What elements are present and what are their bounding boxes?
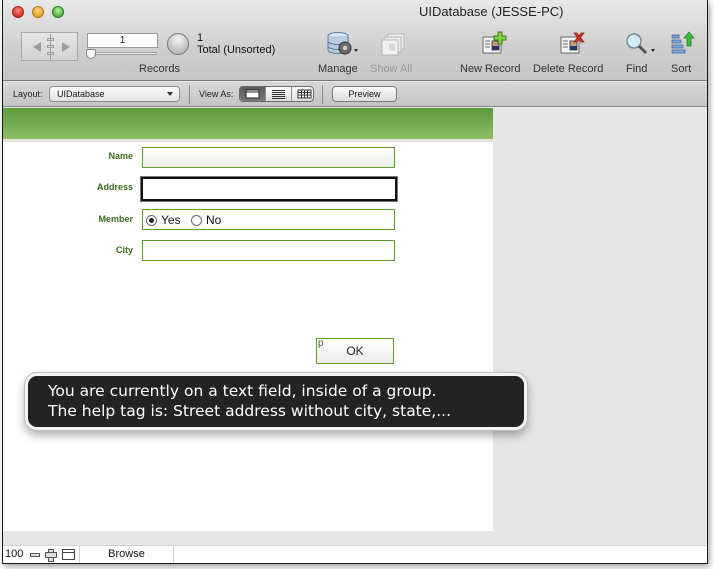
divider (322, 85, 323, 104)
previous-record-icon[interactable] (33, 42, 41, 52)
layout-select-value: UIDatabase (57, 89, 105, 99)
form-view-icon (245, 89, 260, 99)
layout-header-band (3, 108, 493, 139)
mode-popup[interactable]: Browse (79, 546, 174, 563)
found-set-pie-icon[interactable] (167, 33, 189, 55)
header-separator (3, 139, 493, 142)
toggle-status-toolbar-icon[interactable] (62, 549, 75, 560)
record-slider-track[interactable] (89, 52, 157, 55)
find-button[interactable] (625, 32, 659, 61)
manage-button[interactable] (326, 31, 360, 62)
layout-content: Name Address Member Yes No City p OK (3, 108, 493, 531)
city-field[interactable] (142, 240, 395, 261)
view-as-label: View As: (199, 89, 234, 99)
show-all-label: Show All (370, 63, 413, 75)
canvas-bottom-strip (3, 531, 707, 545)
book-ring-icon (47, 45, 54, 48)
address-label: Address (96, 182, 133, 192)
chevron-down-icon (167, 92, 173, 96)
view-as-segmented-control[interactable] (239, 86, 314, 102)
find-label: Find (626, 63, 648, 75)
delete-record-icon (560, 32, 585, 54)
delete-record-label: Delete Record (533, 63, 604, 75)
title-toolbar: UIDatabase (JESSE-PC) 1 1 Total (Unsorte… (3, 0, 707, 81)
radio-unchecked-icon[interactable] (191, 214, 202, 226)
window-title: UIDatabase (JESSE-PC) (419, 4, 564, 19)
book-ring-icon (47, 38, 54, 41)
status-bar: 100 Browse (3, 545, 707, 563)
list-view-icon (272, 90, 285, 99)
current-record-input[interactable]: 1 (87, 33, 158, 48)
record-navigator-book[interactable] (21, 32, 78, 61)
member-label: Member (98, 214, 133, 224)
view-as-list-button[interactable] (266, 87, 292, 101)
member-no-label: No (206, 213, 222, 227)
address-field[interactable] (141, 177, 397, 201)
manage-label: Manage (318, 63, 358, 75)
voiceover-caption-panel: You are currently on a text field, insid… (25, 373, 527, 430)
zoom-out-icon[interactable] (30, 553, 40, 557)
app-window: UIDatabase (JESSE-PC) 1 1 Total (Unsorte… (2, 0, 708, 564)
records-label: Records (139, 63, 180, 75)
found-count: 1 (197, 32, 204, 44)
show-all-button[interactable] (381, 33, 407, 62)
ok-button-prefix: p (318, 338, 324, 349)
layout-select[interactable]: UIDatabase (49, 86, 180, 102)
sort-icon (671, 31, 695, 54)
sort-label: Sort (671, 63, 692, 75)
zoom-window-button[interactable] (52, 6, 64, 18)
show-all-icon (381, 33, 405, 56)
zoom-level[interactable]: 100 (5, 548, 23, 560)
close-window-button[interactable] (12, 6, 24, 18)
member-yes-label: Yes (161, 213, 181, 227)
zoom-in-icon[interactable] (45, 549, 57, 562)
view-as-table-button[interactable] (292, 87, 313, 101)
caption-line-1: You are currently on a text field, insid… (48, 382, 437, 400)
magnifier-icon (626, 33, 655, 55)
sort-button[interactable] (671, 31, 695, 60)
empty-canvas-area (493, 108, 707, 531)
database-gear-icon (327, 32, 358, 55)
next-record-icon[interactable] (62, 42, 70, 52)
name-label: Name (108, 151, 133, 161)
radio-checked-icon[interactable] (146, 214, 157, 226)
layout-label: Layout: (13, 89, 43, 99)
new-record-label: New Record (460, 63, 521, 75)
caption-line-2: The help tag is: Street address without … (48, 402, 452, 420)
minimize-window-button[interactable] (32, 6, 44, 18)
member-no-option[interactable]: No (191, 213, 221, 227)
total-status: Total (Unsorted) (197, 44, 276, 56)
name-field[interactable] (142, 147, 395, 168)
city-label: City (115, 245, 133, 255)
table-view-icon (297, 89, 312, 99)
delete-record-button[interactable] (559, 31, 585, 60)
layout-bar: Layout: UIDatabase View As: Preview (3, 82, 707, 107)
member-yes-option[interactable]: Yes (146, 213, 181, 227)
member-radio-group: Yes No (142, 209, 395, 230)
divider (189, 85, 190, 104)
new-record-icon (482, 31, 507, 54)
view-as-form-button[interactable] (240, 87, 266, 101)
preview-button[interactable]: Preview (332, 86, 397, 102)
ok-button-label: OK (346, 344, 364, 358)
ok-button[interactable]: p OK (316, 338, 394, 364)
book-ring-icon (47, 52, 54, 55)
record-slider-thumb[interactable] (86, 49, 96, 59)
new-record-button[interactable] (481, 31, 507, 60)
